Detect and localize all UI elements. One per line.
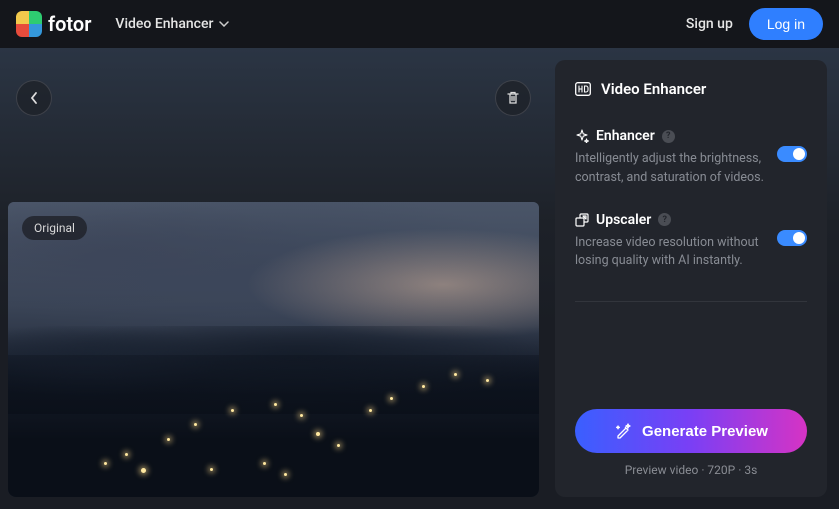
original-badge: Original [22, 216, 87, 240]
upscaler-setting: Upscaler ? Increase video resolution wit… [575, 212, 807, 272]
app-header: fotor Video Enhancer Sign up Log in [0, 0, 839, 48]
delete-button[interactable] [495, 80, 531, 116]
info-icon[interactable]: ? [662, 130, 675, 143]
chevron-left-icon [30, 91, 38, 105]
settings-panel: Video Enhancer Enhancer ? Intelligently … [555, 60, 827, 497]
magic-wand-icon [614, 422, 632, 440]
chevron-down-icon [219, 21, 229, 27]
upscaler-label: Upscaler [596, 212, 651, 228]
hd-icon [575, 82, 591, 96]
logo[interactable]: fotor [16, 11, 91, 37]
enhancer-desc: Intelligently adjust the brightness, con… [575, 150, 807, 188]
nav-dropdown[interactable]: Video Enhancer [115, 16, 229, 32]
preview-info: Preview video · 720P · 3s [575, 463, 807, 477]
nav-label: Video Enhancer [115, 16, 213, 32]
enhancer-label: Enhancer [596, 128, 655, 144]
info-icon[interactable]: ? [658, 213, 671, 226]
trash-icon [505, 90, 521, 106]
upscale-icon [575, 213, 589, 227]
panel-title: Video Enhancer [575, 80, 807, 98]
login-button[interactable]: Log in [749, 8, 823, 40]
logo-text: fotor [48, 12, 91, 36]
upscaler-desc: Increase video resolution without losing… [575, 234, 807, 272]
upscaler-toggle[interactable] [777, 230, 807, 246]
back-button[interactable] [16, 80, 52, 116]
signup-link[interactable]: Sign up [686, 16, 733, 32]
main-area: Original Video Enhancer Enhancer ? Intel… [0, 48, 839, 509]
preview-area: Original [8, 60, 539, 497]
logo-icon [16, 11, 42, 37]
sparkle-icon [575, 129, 589, 143]
video-preview[interactable]: Original [8, 202, 539, 497]
generate-preview-button[interactable]: Generate Preview [575, 409, 807, 453]
enhancer-setting: Enhancer ? Intelligently adjust the brig… [575, 128, 807, 188]
divider [575, 301, 807, 302]
enhancer-toggle[interactable] [777, 146, 807, 162]
